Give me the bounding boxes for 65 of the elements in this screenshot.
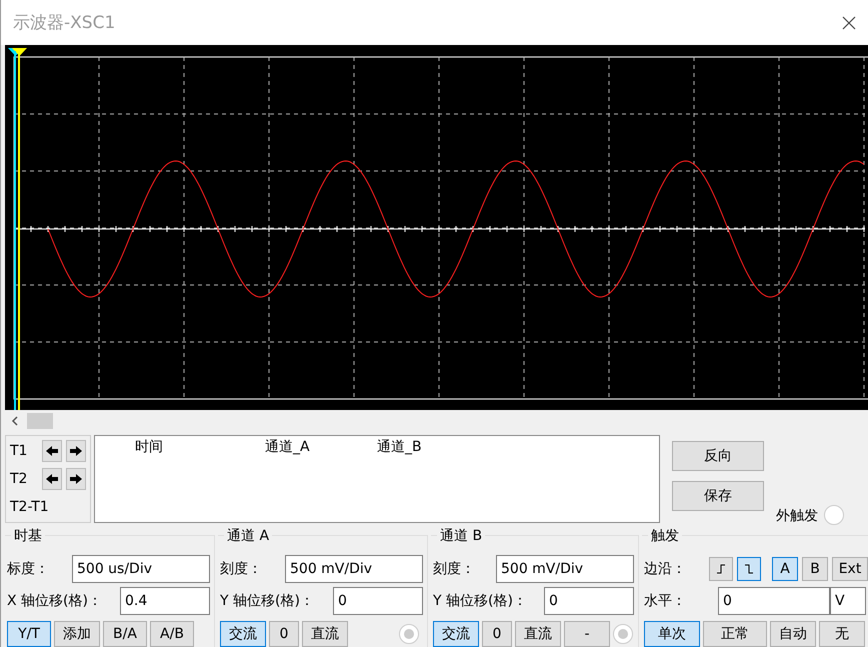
coupling-button[interactable]: 交流 (220, 621, 266, 647)
falling-edge-icon (744, 564, 754, 574)
move-left-button[interactable] (42, 468, 62, 490)
cursor-label: T2 (10, 471, 28, 487)
level-label: 水平： (644, 592, 687, 610)
cursor-markers-drawing[interactable] (8, 48, 27, 410)
coupling-button[interactable]: 0 (482, 621, 512, 647)
action-button[interactable]: 反向 (672, 441, 764, 471)
close-icon[interactable] (842, 16, 856, 30)
move-left-button[interactable] (42, 440, 62, 462)
source-button[interactable]: B (802, 557, 828, 581)
coupling-button[interactable]: 交流 (433, 621, 479, 647)
scale-field[interactable]: 500 mV/Div (496, 555, 634, 583)
window-title: 示波器-XSC1 (13, 12, 116, 34)
left-arrow-icon (46, 474, 58, 484)
scale-label: 刻度： (220, 560, 262, 578)
group-title: 时基 (11, 527, 45, 545)
move-right-button[interactable] (66, 440, 86, 462)
column-header: 通道_A (265, 438, 311, 456)
column-header: 时间 (135, 438, 164, 456)
radio-icon (399, 624, 419, 644)
offset-field[interactable]: 0.4 (120, 587, 210, 615)
coupling-button[interactable]: - (564, 621, 610, 647)
ext-trigger-radio[interactable] (824, 505, 844, 525)
left-arrow-icon (46, 446, 58, 456)
cursor-label: T2-T1 (10, 499, 49, 515)
coupling-button[interactable]: 直流 (515, 621, 561, 647)
ext-trigger-label: 外触发 (776, 507, 818, 525)
source-button[interactable]: Ext (832, 557, 868, 581)
level-field[interactable]: 0 (718, 587, 830, 615)
mode-button[interactable]: A/B (150, 621, 194, 647)
mode-button[interactable]: B/A (103, 621, 147, 647)
edge-button[interactable] (737, 557, 762, 581)
scrollbar-thumb[interactable] (27, 413, 53, 429)
source-button[interactable]: A (772, 557, 798, 581)
coupling-button[interactable]: 直流 (302, 621, 348, 647)
trigger-mode-button[interactable]: 自动 (770, 621, 816, 647)
edge-button[interactable] (709, 557, 734, 581)
action-button[interactable]: 保存 (672, 481, 764, 511)
scale-label: 标度： (7, 560, 49, 578)
right-arrow-icon (70, 446, 82, 456)
move-right-button[interactable] (66, 468, 86, 490)
offset-label: Y 轴位移(格)： (220, 592, 314, 610)
cursor-label: T1 (10, 443, 28, 459)
coupling-button[interactable]: 0 (269, 621, 299, 647)
scale-field[interactable]: 500 mV/Div (285, 555, 423, 583)
radio-icon (613, 624, 633, 644)
trigger-mode-button[interactable]: 无 (819, 621, 865, 647)
trigger-mode-button[interactable]: 单次 (644, 621, 700, 647)
scroll-left-icon[interactable] (11, 416, 19, 426)
rising-edge-icon (716, 564, 726, 574)
unit-field[interactable]: V (830, 587, 866, 615)
edge-label: 边沿： (644, 560, 687, 578)
scale-field[interactable]: 500 us/Div (72, 555, 210, 583)
scale-label: 刻度： (433, 560, 475, 578)
offset-field[interactable]: 0 (333, 587, 423, 615)
group-title: 触发 (648, 527, 682, 545)
mode-button[interactable]: 添加 (54, 621, 100, 647)
offset-field[interactable]: 0 (544, 587, 634, 615)
offset-label: Y 轴位移(格)： (433, 592, 527, 610)
column-header: 通道_B (377, 438, 423, 456)
offset-label: X 轴位移(格)： (7, 592, 102, 610)
mode-button[interactable]: Y/T (7, 621, 51, 647)
right-arrow-icon (70, 474, 82, 484)
trigger-mode-button[interactable]: 正常 (703, 621, 767, 647)
